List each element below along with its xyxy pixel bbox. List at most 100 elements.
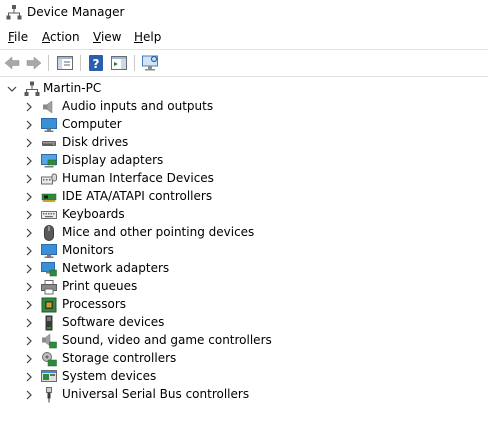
tree-item-label: Network adapters <box>62 261 170 275</box>
system-devices-icon <box>41 370 57 382</box>
ide-controller-icon <box>41 193 57 202</box>
menu-file-label: ile <box>14 30 29 44</box>
tree-item-label: Print queues <box>62 279 138 293</box>
sound-controller-icon <box>42 333 57 349</box>
disk-drive-icon <box>42 141 56 146</box>
device-manager-app-icon <box>6 5 22 20</box>
tree-root-node[interactable]: Martin-PC <box>0 80 488 98</box>
tree-item-label: Audio inputs and outputs <box>62 99 214 113</box>
title-bar: Device Manager <box>0 0 488 26</box>
keyboard-icon <box>41 211 57 219</box>
tree-item-label: Human Interface Devices <box>62 171 214 185</box>
menu-view[interactable]: View <box>93 30 121 44</box>
forward-icon[interactable] <box>24 53 44 73</box>
monitor-icon <box>41 244 57 258</box>
tree-item-print-queues[interactable]: Print queues <box>0 278 488 296</box>
chevron-right-icon[interactable] <box>23 191 35 203</box>
tree-item-label: Keyboards <box>62 207 125 221</box>
tree-item-label: Sound, video and game controllers <box>62 333 272 347</box>
chevron-right-icon[interactable] <box>23 155 35 167</box>
tree-item-network-adapters[interactable]: Network adapters <box>0 260 488 278</box>
speaker-icon <box>43 100 53 114</box>
toolbar: ? <box>0 51 488 75</box>
toolbar-divider <box>48 55 49 71</box>
chevron-right-icon[interactable] <box>23 137 35 149</box>
tree-item-computer[interactable]: Computer <box>0 116 488 134</box>
tree-root-label: Martin-PC <box>43 81 102 95</box>
chevron-right-icon[interactable] <box>23 299 35 311</box>
tree-item-display-adapters[interactable]: Display adapters <box>0 152 488 170</box>
tree-item-sound-video-game-controllers[interactable]: Sound, video and game controllers <box>0 332 488 350</box>
menu-action-label: ction <box>50 30 80 44</box>
toolbar-divider <box>134 55 135 71</box>
tree-item-label: Computer <box>62 117 122 131</box>
back-icon[interactable] <box>2 53 22 73</box>
chevron-right-icon[interactable] <box>23 389 35 401</box>
menu-separator <box>0 49 488 50</box>
menu-help[interactable]: Help <box>134 30 161 44</box>
tree-item-ide-ata-atapi-controllers[interactable]: IDE ATA/ATAPI controllers <box>0 188 488 206</box>
tree-item-label: Monitors <box>62 243 114 257</box>
menu-action-key: A <box>42 30 50 44</box>
chevron-right-icon[interactable] <box>23 101 35 113</box>
tree-item-system-devices[interactable]: System devices <box>0 368 488 386</box>
chevron-right-icon[interactable] <box>23 227 35 239</box>
usb-icon <box>46 387 52 403</box>
tree-item-label: Universal Serial Bus controllers <box>62 387 250 401</box>
chevron-right-icon[interactable] <box>23 353 35 365</box>
toolbar-separator <box>0 76 488 77</box>
help-icon[interactable]: ? <box>86 53 106 73</box>
mouse-icon <box>44 225 54 241</box>
tree-item-human-interface-devices[interactable]: Human Interface Devices <box>0 170 488 188</box>
toolbar-divider <box>80 55 81 71</box>
tree-item-mice-pointing-devices[interactable]: Mice and other pointing devices <box>0 224 488 242</box>
network-adapter-icon <box>41 262 57 277</box>
chevron-right-icon[interactable] <box>23 245 35 257</box>
svg-text:?: ? <box>93 57 100 71</box>
tree-item-label: Disk drives <box>62 135 129 149</box>
chevron-right-icon[interactable] <box>23 317 35 329</box>
chevron-right-icon[interactable] <box>23 173 35 185</box>
monitor-icon <box>41 118 57 132</box>
chevron-right-icon[interactable] <box>23 263 35 275</box>
display-adapter-icon <box>41 154 57 168</box>
tree-item-storage-controllers[interactable]: Storage controllers <box>0 350 488 368</box>
show-hide-tree-icon[interactable] <box>55 53 75 73</box>
menu-help-key: H <box>134 30 144 44</box>
window-title: Device Manager <box>27 5 125 19</box>
printer-icon <box>41 280 57 295</box>
tree-item-audio-inputs-outputs[interactable]: Audio inputs and outputs <box>0 98 488 116</box>
computer-root-icon <box>24 81 40 96</box>
tree-item-label: Mice and other pointing devices <box>62 225 255 239</box>
chevron-right-icon[interactable] <box>23 371 35 383</box>
software-device-icon <box>45 315 53 331</box>
storage-controller-icon <box>42 352 57 367</box>
menu-file[interactable]: File <box>8 30 28 44</box>
chevron-right-icon[interactable] <box>23 119 35 131</box>
tree-item-label: Processors <box>62 297 127 311</box>
processor-icon <box>41 297 57 313</box>
chevron-right-icon[interactable] <box>23 281 35 293</box>
tree-item-monitors[interactable]: Monitors <box>0 242 488 260</box>
hid-icon <box>41 173 57 185</box>
properties-pane-icon[interactable] <box>109 53 129 73</box>
tree-item-label: System devices <box>62 369 157 383</box>
menu-view-label: iew <box>100 30 122 44</box>
menu-bar: File Action View Help <box>0 28 488 48</box>
scan-hardware-icon[interactable] <box>140 53 160 73</box>
tree-item-keyboards[interactable]: Keyboards <box>0 206 488 224</box>
menu-view-key: V <box>93 30 101 44</box>
chevron-right-icon[interactable] <box>23 209 35 221</box>
tree-item-label: Display adapters <box>62 153 164 167</box>
tree-item-disk-drives[interactable]: Disk drives <box>0 134 488 152</box>
tree-item-usb-controllers[interactable]: Universal Serial Bus controllers <box>0 386 488 404</box>
menu-action[interactable]: Action <box>42 30 80 44</box>
tree-item-label: Storage controllers <box>62 351 177 365</box>
tree-item-software-devices[interactable]: Software devices <box>0 314 488 332</box>
chevron-right-icon[interactable] <box>23 335 35 347</box>
chevron-down-icon[interactable] <box>6 83 18 95</box>
tree-item-processors[interactable]: Processors <box>0 296 488 314</box>
menu-help-label: elp <box>143 30 162 44</box>
tree-item-label: IDE ATA/ATAPI controllers <box>62 189 213 203</box>
tree-item-label: Software devices <box>62 315 165 329</box>
